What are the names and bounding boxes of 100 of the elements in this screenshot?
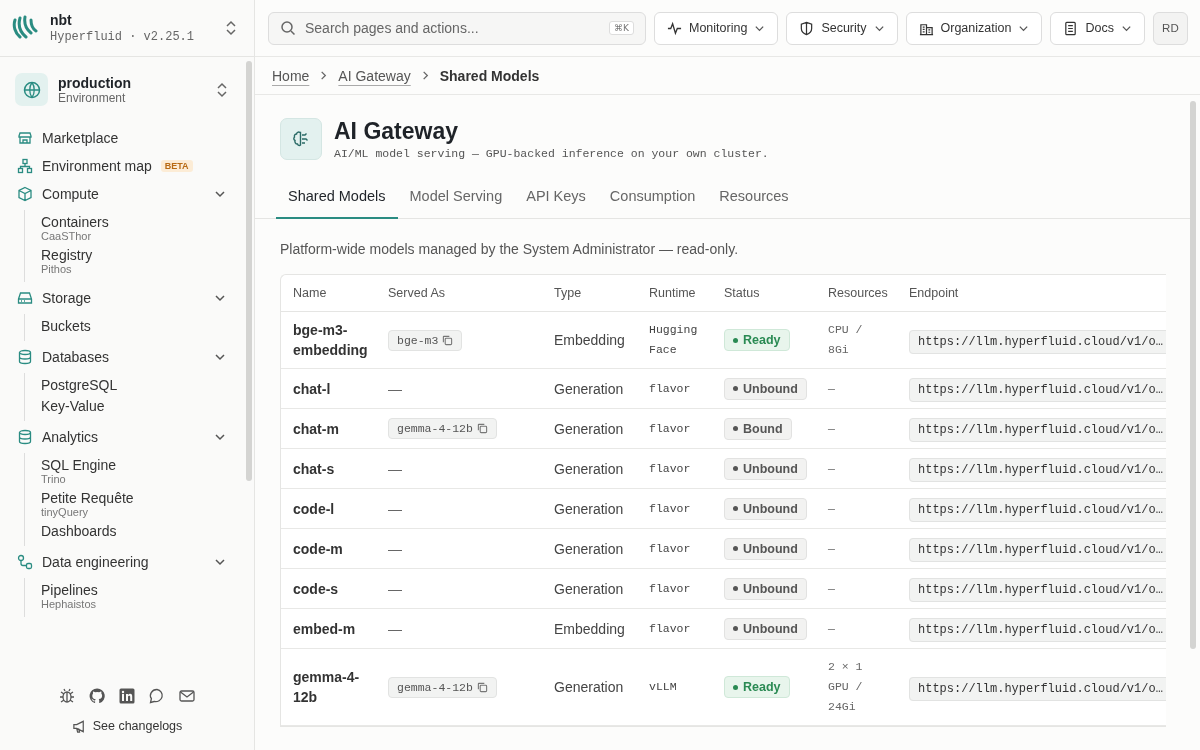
nav-item[interactable]: Petite Requête tinyQuery	[41, 488, 232, 521]
environment-selector[interactable]: production Environment	[15, 73, 232, 106]
status-badge: Unbound	[724, 577, 807, 600]
status-badge: Bound	[724, 417, 792, 440]
chevron-icon[interactable]	[214, 556, 226, 568]
nav-item[interactable]: Buckets	[41, 316, 232, 337]
scrollbar-thumb[interactable]	[246, 61, 252, 481]
nav-item[interactable]: Dashboards	[41, 521, 232, 542]
nav-item[interactable]: Containers CaaSThor	[41, 212, 232, 245]
tab[interactable]: Model Serving	[397, 180, 515, 219]
scrollbar-thumb[interactable]	[1190, 101, 1196, 649]
user-avatar[interactable]: RD	[1152, 11, 1188, 45]
copy-icon[interactable]	[476, 423, 488, 434]
store-icon	[17, 130, 33, 146]
nav-item[interactable]: Pipelines Hephaistos	[41, 580, 232, 613]
table-cell: —	[388, 500, 402, 517]
status-badge: Ready	[724, 676, 790, 698]
nav-group[interactable]: Data engineering	[42, 554, 149, 570]
endpoint-chip[interactable]: https://llm.hyperfluid.cloud/v1/o…	[909, 378, 1166, 402]
table-cell: Generation	[542, 528, 637, 569]
shield-icon	[799, 20, 815, 36]
status-badge: Ready	[724, 329, 790, 351]
github-icon[interactable]	[88, 686, 106, 705]
endpoint-chip[interactable]: https://llm.hyperfluid.cloud/v1/o…	[909, 458, 1166, 482]
search-icon	[280, 19, 296, 36]
database-icon	[17, 349, 33, 365]
table-cell: Generation	[542, 408, 637, 449]
column-header: Status	[712, 275, 816, 312]
nav-item[interactable]: Environment map	[42, 158, 152, 174]
endpoint-chip[interactable]: https://llm.hyperfluid.cloud/v1/o…	[909, 538, 1166, 562]
page-title: AI Gateway	[334, 117, 459, 145]
beta-badge: BETA	[160, 160, 193, 172]
menu-button[interactable]: Docs	[1050, 11, 1145, 45]
table-cell: —	[816, 408, 897, 449]
linkedin-icon[interactable]	[118, 686, 136, 705]
table-cell: —	[816, 608, 897, 649]
nav-item[interactable]: Key-Value	[41, 396, 232, 417]
nav-group[interactable]: Compute	[42, 186, 99, 202]
database-icon	[17, 429, 33, 445]
table-cell: code-l	[281, 488, 376, 529]
chevrons-icon[interactable]	[225, 20, 237, 36]
endpoint-chip[interactable]: https://llm.hyperfluid.cloud/v1/o…	[909, 676, 1166, 701]
table-cell: code-s	[281, 568, 376, 609]
chevrons-icon	[216, 81, 228, 98]
bug-icon[interactable]	[58, 686, 76, 705]
table-cell: CPU / 8Gi	[816, 311, 897, 369]
breadcrumb-link[interactable]: Home	[272, 67, 310, 84]
table-cell: Embedding	[542, 608, 637, 649]
table-cell: —	[816, 368, 897, 409]
nav-item[interactable]: Registry Pithos	[41, 245, 232, 278]
table-cell: Embedding	[542, 311, 637, 369]
copy-icon[interactable]	[476, 681, 488, 693]
nav-item[interactable]: PostgreSQL	[41, 375, 232, 396]
table-cell: —	[816, 488, 897, 529]
column-header: Served As	[376, 275, 542, 312]
chevron-icon[interactable]	[214, 351, 226, 363]
endpoint-chip[interactable]: https://llm.hyperfluid.cloud/v1/o…	[909, 578, 1166, 602]
table-cell: vLLM	[637, 648, 712, 726]
table-cell: 2 × 1 GPU / 24Gi	[816, 648, 897, 726]
table-cell: flavor	[637, 488, 712, 529]
endpoint-chip[interactable]: https://llm.hyperfluid.cloud/v1/o…	[909, 618, 1166, 642]
chevron-icon[interactable]	[214, 188, 226, 200]
menu-button[interactable]: Security	[786, 11, 898, 45]
nav-item[interactable]: SQL Engine Trino	[41, 455, 232, 488]
table-cell: —	[816, 568, 897, 609]
tab[interactable]: Shared Models	[276, 180, 398, 219]
column-header: Name	[281, 275, 376, 312]
alias-chip[interactable]: gemma-4-12b	[388, 418, 497, 439]
table-cell: Generation	[542, 488, 637, 529]
changelog-link[interactable]: See changelogs	[71, 718, 183, 734]
status-badge: Unbound	[724, 537, 807, 560]
nav-item[interactable]: Marketplace	[42, 130, 119, 146]
column-header: Runtime	[637, 275, 712, 312]
table-cell: Generation	[542, 448, 637, 489]
breadcrumb-link[interactable]: AI Gateway	[338, 67, 411, 84]
alias-chip[interactable]: bge-m3	[388, 329, 463, 351]
table-cell: —	[388, 380, 402, 397]
chevron-icon[interactable]	[214, 431, 226, 443]
table-cell: code-m	[281, 528, 376, 569]
nav-group[interactable]: Databases	[42, 349, 109, 365]
tab[interactable]: Consumption	[597, 180, 708, 219]
chat-icon[interactable]	[148, 686, 166, 705]
copy-icon[interactable]	[442, 334, 454, 346]
column-header: Resources	[816, 275, 897, 312]
chevron-icon[interactable]	[214, 292, 226, 304]
alias-chip[interactable]: gemma-4-12b	[388, 676, 497, 698]
description: Platform-wide models managed by the System Administrator — read-only.	[280, 241, 740, 257]
endpoint-chip[interactable]: https://llm.hyperfluid.cloud/v1/o…	[909, 329, 1166, 354]
tab[interactable]: Resources	[707, 180, 801, 219]
nav-group[interactable]: Analytics	[42, 429, 99, 445]
menu-button[interactable]: Organization	[905, 11, 1043, 45]
endpoint-chip[interactable]: https://llm.hyperfluid.cloud/v1/o…	[909, 418, 1166, 442]
drive-icon	[17, 290, 33, 306]
menu-button[interactable]: Monitoring	[654, 11, 779, 45]
status-badge: Unbound	[724, 457, 807, 480]
status-badge: Unbound	[724, 497, 807, 520]
tab[interactable]: API Keys	[514, 180, 598, 219]
endpoint-chip[interactable]: https://llm.hyperfluid.cloud/v1/o…	[909, 498, 1166, 522]
workflow-icon	[17, 554, 33, 570]
nav-group[interactable]: Storage	[42, 290, 92, 306]
